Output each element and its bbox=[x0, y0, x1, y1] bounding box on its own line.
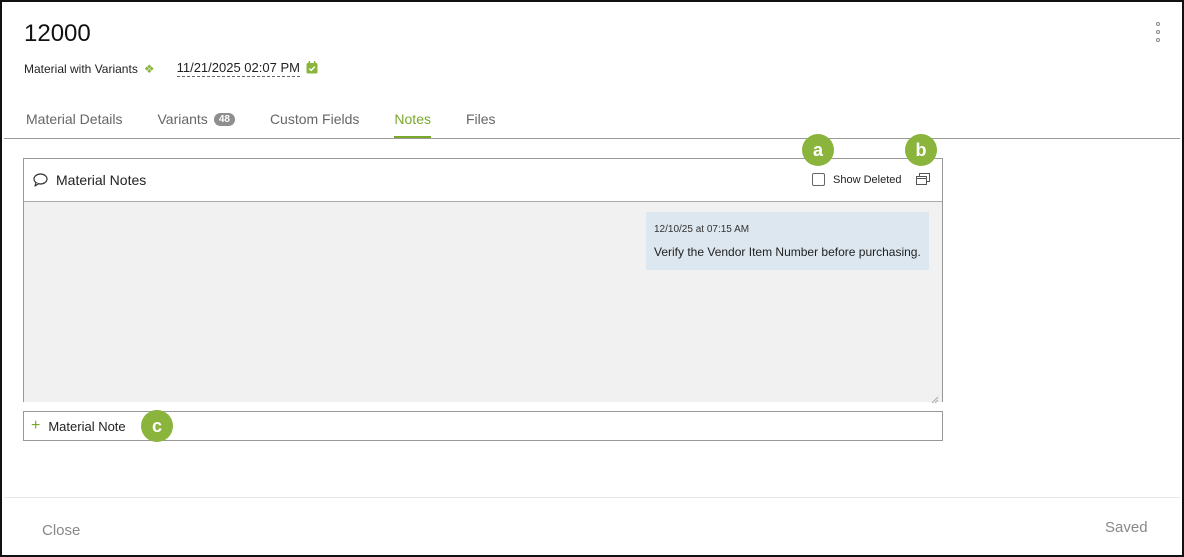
callout-b: b bbox=[905, 134, 937, 166]
notes-list: 12/10/25 at 07:15 AM Verify the Vendor I… bbox=[24, 202, 942, 404]
record-title: 12000 bbox=[24, 20, 91, 47]
tab-variants[interactable]: Variants 48 bbox=[157, 111, 235, 136]
tab-material-details[interactable]: Material Details bbox=[26, 111, 122, 136]
tab-label: Variants bbox=[157, 111, 208, 127]
record-date[interactable]: 11/21/2025 02:07 PM bbox=[176, 60, 300, 77]
note-text: Verify the Vendor Item Number before pur… bbox=[654, 245, 921, 259]
show-deleted-toggle[interactable]: Show Deleted bbox=[812, 173, 902, 186]
show-deleted-label: Show Deleted bbox=[833, 173, 902, 186]
notes-panel-title: Material Notes bbox=[56, 172, 147, 188]
record-subline: Material with Variants ❖ 11/21/2025 02:0… bbox=[24, 60, 318, 77]
kebab-menu-icon[interactable] bbox=[1152, 22, 1164, 42]
show-deleted-checkbox[interactable] bbox=[812, 173, 825, 186]
popout-window-icon[interactable] bbox=[916, 173, 930, 185]
variants-count-badge: 48 bbox=[213, 112, 235, 126]
tab-label: Notes bbox=[394, 111, 431, 127]
tab-custom-fields[interactable]: Custom Fields bbox=[270, 111, 359, 136]
material-dialog: 12000 Material with Variants ❖ 11/21/202… bbox=[0, 0, 1184, 557]
add-note-label: Material Note bbox=[48, 418, 126, 434]
chat-bubble-icon bbox=[33, 173, 48, 187]
note-timestamp: 12/10/25 at 07:15 AM bbox=[654, 224, 750, 235]
tab-bar: Material Details Variants 48 Custom Fiel… bbox=[26, 111, 531, 139]
callout-a: a bbox=[802, 134, 834, 166]
close-button[interactable]: Close bbox=[42, 522, 80, 539]
tab-notes[interactable]: Notes bbox=[394, 111, 431, 139]
notes-panel-header: Material Notes Show Deleted bbox=[24, 159, 942, 202]
footer-divider bbox=[4, 497, 1180, 498]
tab-label: Custom Fields bbox=[269, 111, 360, 127]
tab-divider bbox=[4, 138, 1180, 139]
tab-label: Files bbox=[465, 111, 496, 127]
save-status: Saved bbox=[1105, 519, 1148, 536]
tab-files[interactable]: Files bbox=[466, 111, 496, 136]
variant-diamond-icon: ❖ bbox=[143, 61, 155, 76]
tab-label: Material Details bbox=[26, 111, 123, 127]
callout-c: c bbox=[141, 410, 173, 442]
calendar-check-icon[interactable] bbox=[306, 60, 318, 77]
material-notes-panel: Material Notes Show Deleted 12/10/25 at … bbox=[23, 158, 943, 404]
note-card[interactable]: 12/10/25 at 07:15 AM Verify the Vendor I… bbox=[646, 212, 929, 270]
resize-grip-icon[interactable] bbox=[931, 391, 939, 404]
plus-icon: + bbox=[31, 417, 41, 434]
record-type-label: Material with Variants bbox=[24, 61, 138, 76]
